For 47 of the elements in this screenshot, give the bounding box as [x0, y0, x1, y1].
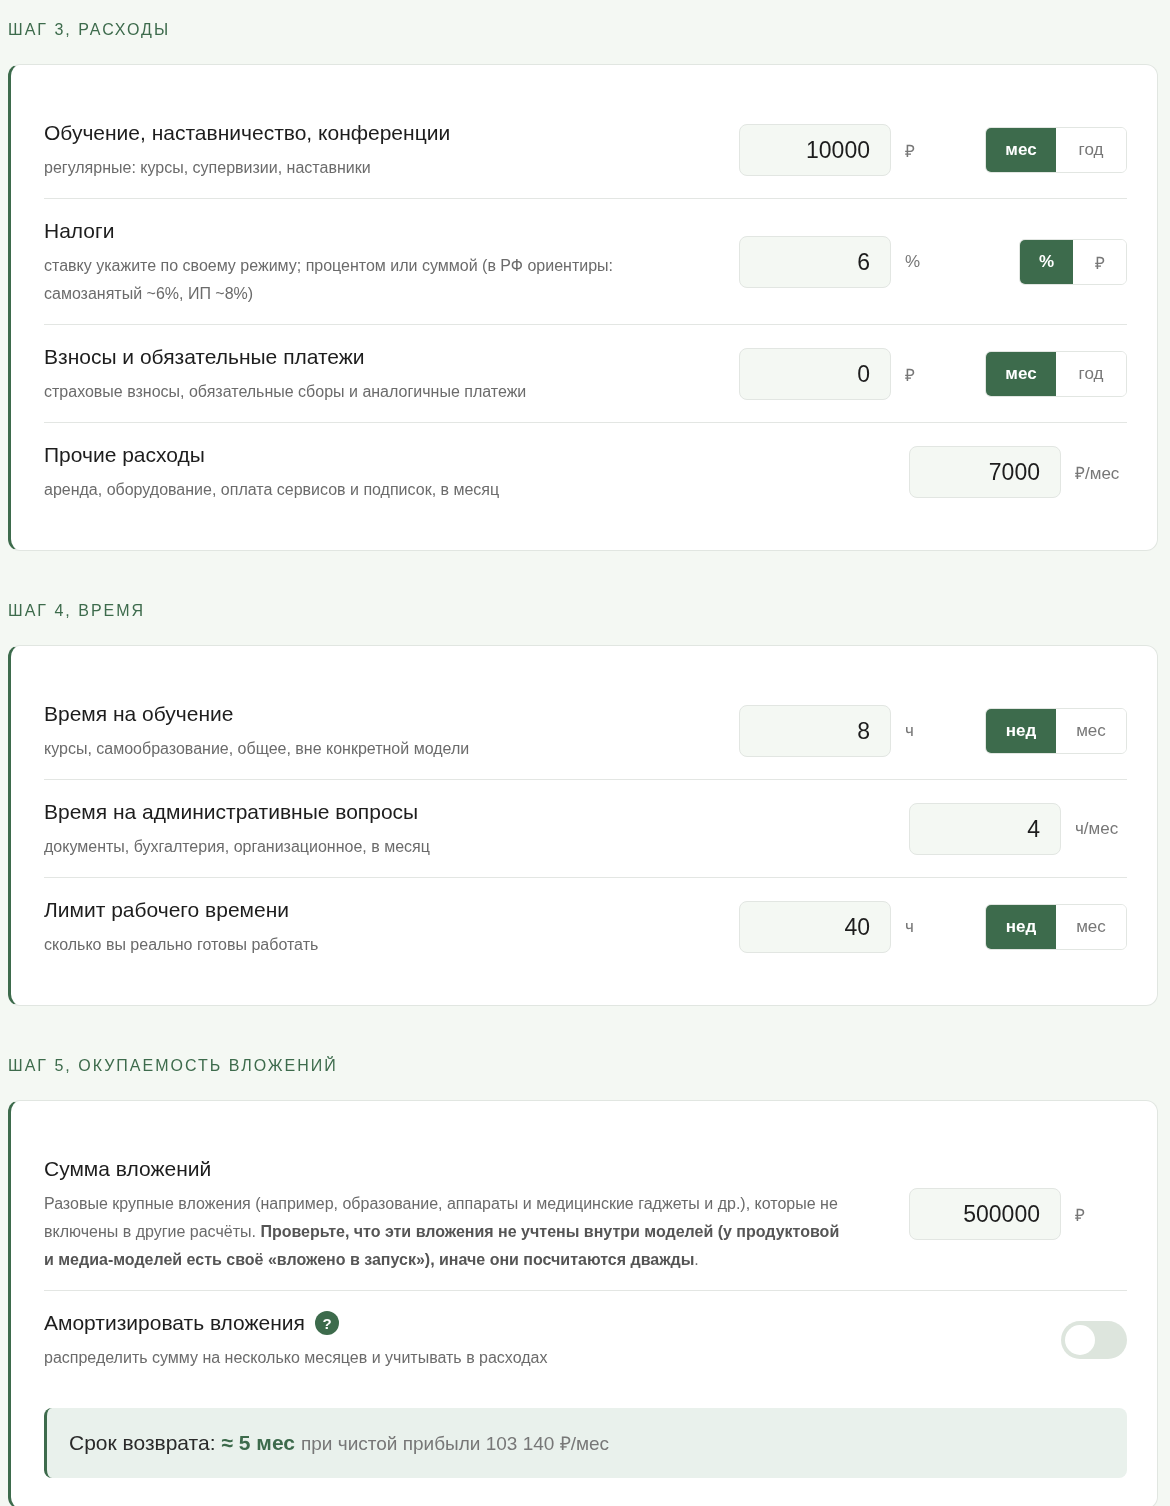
unit-label: ч/мес: [1074, 819, 1120, 839]
field-hint: регулярные: курсы, супервизии, наставники: [44, 158, 372, 178]
field-hint: курсы, самообразование, общее, вне конкретной модели: [44, 739, 471, 759]
field-hint: распределить сумму на несколько месяцев и учитывать в расходах: [44, 1348, 549, 1368]
number-input[interactable]: 4: [909, 803, 1061, 855]
field-title: Сумма вложений: [44, 1156, 212, 1182]
section-heading: ШАГ 5, ОКУПАЕМОСТЬ ВЛОЖЕНИЙ: [8, 1055, 339, 1076]
unit-label: ₽: [904, 364, 916, 386]
number-input[interactable]: 8: [739, 705, 891, 757]
unit-label: ₽/мес: [1074, 462, 1121, 484]
field-hint: Разовые крупные вложения (например, образование, аппараты и медицинские гаджеты и др.), которые не включены в другие расчёты. Проверьте, что эти вложения не учтены внутри моделей (у продуктовой и медиа-моделей есть своё «вложено в запуск»), иначе они посчитаются дважды.: [44, 1194, 841, 1270]
field-hint: аренда, оборудование, оплата сервисов и подписок, в месяц: [44, 480, 501, 500]
field-title: Обучение, наставничество, конференции: [44, 120, 451, 146]
number-input[interactable]: 500000: [909, 1188, 1061, 1240]
unit-label: %: [904, 252, 922, 272]
field-hint: сколько вы реально готовы работать: [44, 935, 320, 955]
field-hint: ставку укажите по своему режиму; процентом или суммой (в РФ ориентиры: самозанятый ~6%, ИП ~8%): [44, 256, 614, 304]
field-title: Время на обучение: [44, 701, 234, 727]
number-input[interactable]: 6: [739, 236, 891, 288]
period-option[interactable]: нед: [986, 709, 1056, 753]
field-title: Амортизировать вложения: [44, 1310, 305, 1336]
period-option[interactable]: мес: [986, 352, 1056, 396]
number-input[interactable]: 0: [739, 348, 891, 400]
period-option[interactable]: %: [1020, 240, 1073, 284]
unit-label: ₽: [1074, 1204, 1086, 1226]
result-value: ≈ 5 мес: [221, 1431, 295, 1455]
result-label: Срок возврата:: [69, 1431, 216, 1455]
unit-label: ₽: [904, 140, 916, 162]
number-input[interactable]: 7000: [909, 446, 1061, 498]
field-title: Налоги: [44, 218, 115, 244]
toggle-switch[interactable]: [1061, 1321, 1127, 1359]
field-hint: документы, бухгалтерия, организационное, в месяц: [44, 837, 431, 857]
period-option[interactable]: нед: [986, 905, 1056, 949]
unit-label: ч: [904, 917, 915, 937]
period-option[interactable]: мес: [986, 128, 1056, 172]
result-note: при чистой прибыли 103 140 ₽/мес: [301, 1432, 610, 1456]
section-heading: ШАГ 4, ВРЕМЯ: [8, 601, 147, 621]
field-title: Лимит рабочего времени: [44, 897, 290, 923]
number-input[interactable]: 40: [739, 901, 891, 953]
field-title: Прочие расходы: [44, 442, 205, 468]
field-title: Время на административные вопросы: [44, 799, 419, 825]
unit-label: ч: [904, 721, 915, 741]
field-hint: страховые взносы, обязательные сборы и аналогичные платежи: [44, 382, 528, 402]
section-heading: ШАГ 3, РАСХОДЫ: [8, 20, 172, 40]
help-icon[interactable]: ?: [315, 1311, 339, 1335]
field-title: Взносы и обязательные платежи: [44, 344, 365, 370]
number-input[interactable]: 10000: [739, 124, 891, 176]
